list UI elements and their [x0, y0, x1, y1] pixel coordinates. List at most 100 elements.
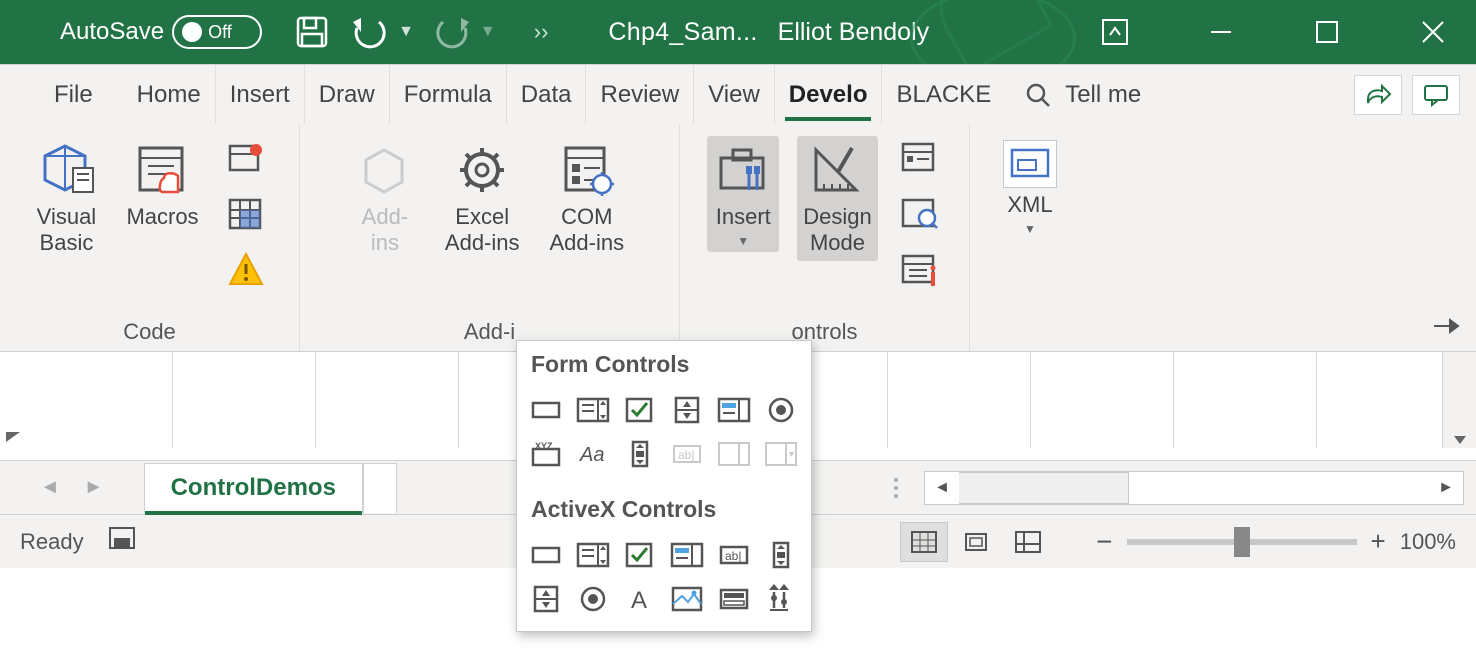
activex-morecontrols-icon[interactable]: [760, 579, 802, 619]
use-relative-references-button[interactable]: [223, 192, 269, 236]
group-addins-label: Add-i: [464, 319, 515, 351]
zoom-slider[interactable]: [1127, 539, 1357, 545]
view-page-layout-button[interactable]: [952, 522, 1000, 562]
zoom-slider-handle[interactable]: [1234, 527, 1250, 557]
maximize-button[interactable]: [1304, 9, 1350, 55]
group-controls: Insert ▼ Design Mode ont: [680, 124, 970, 351]
macro-recording-icon[interactable]: [108, 526, 138, 558]
tab-data[interactable]: Data: [507, 65, 587, 125]
activex-optionbutton-icon[interactable]: [572, 579, 614, 619]
view-code-button[interactable]: [896, 192, 942, 236]
form-combo-dropdown-icon: [760, 434, 802, 474]
activex-togglebutton-icon[interactable]: [713, 579, 755, 619]
view-normal-button[interactable]: [900, 522, 948, 562]
horizontal-scrollbar[interactable]: ◄ ►: [924, 471, 1464, 505]
tab-home[interactable]: Home: [123, 65, 216, 125]
sheet-nav-prev[interactable]: ◄: [40, 476, 60, 499]
splitter-handle[interactable]: [894, 468, 906, 508]
tab-view[interactable]: View: [694, 65, 775, 125]
toggle-switch[interactable]: Off: [172, 15, 262, 49]
view-page-break-button[interactable]: [1004, 522, 1052, 562]
activex-scrollbar-icon[interactable]: [760, 535, 802, 575]
user-name[interactable]: Elliot Bendoly: [778, 18, 929, 47]
ribbon-display-options-icon[interactable]: [1092, 9, 1138, 55]
form-controls-title: Form Controls: [517, 341, 811, 386]
form-controls-section: Form Controls XYZ Aa ab|: [517, 341, 811, 486]
insert-controls-button[interactable]: Insert ▼: [707, 136, 779, 252]
tab-formulas[interactable]: Formula: [390, 65, 507, 125]
macros-button[interactable]: Macros: [120, 136, 204, 234]
form-spinbutton-icon[interactable]: [666, 390, 708, 430]
form-listbox-icon[interactable]: [713, 390, 755, 430]
tab-review[interactable]: Review: [586, 65, 694, 125]
scroll-left-icon[interactable]: ◄: [925, 479, 959, 497]
tab-blackbelt[interactable]: BLACKE: [882, 65, 1005, 125]
qat-overflow-icon[interactable]: ››: [534, 19, 549, 45]
comments-button[interactable]: [1412, 75, 1460, 115]
activex-checkbox-icon[interactable]: [619, 535, 661, 575]
com-addins-button[interactable]: COM Add-ins: [544, 136, 631, 261]
document-title: Chp4_Sam...: [608, 18, 757, 47]
visual-basic-button[interactable]: Visual Basic: [30, 136, 102, 261]
title-bar: AutoSave Off ▼ ▼ ›› Chp4_Sam... Elliot B…: [0, 0, 1476, 64]
form-button-icon[interactable]: [525, 390, 567, 430]
save-button[interactable]: [292, 12, 332, 52]
run-dialog-button[interactable]: [896, 248, 942, 292]
form-scrollbar-icon[interactable]: [619, 434, 661, 474]
pin-ribbon-icon[interactable]: [1430, 314, 1460, 343]
tab-file[interactable]: File: [40, 65, 123, 125]
undo-dropdown-icon[interactable]: ▼: [398, 23, 414, 41]
activex-label-icon[interactable]: A: [619, 579, 661, 619]
sheet-nav-next[interactable]: ►: [84, 476, 104, 499]
svg-text:ab|: ab|: [725, 549, 741, 563]
activex-combobox-icon[interactable]: [572, 535, 614, 575]
form-combobox-icon[interactable]: [572, 390, 614, 430]
search-icon: [1025, 82, 1051, 108]
svg-text:ab|: ab|: [678, 448, 694, 462]
scroll-thumb[interactable]: [959, 472, 1129, 504]
scroll-right-icon[interactable]: ►: [1429, 479, 1463, 497]
zoom-level[interactable]: 100%: [1400, 529, 1456, 555]
sheet-tab-controldemos[interactable]: ControlDemos: [144, 463, 363, 513]
excel-addins-button[interactable]: Excel Add-ins: [439, 136, 526, 261]
chevron-down-icon: ▼: [1024, 222, 1036, 236]
sheet-tab-hidden[interactable]: [363, 463, 397, 513]
activex-spinbutton-icon[interactable]: [525, 579, 567, 619]
insert-controls-label: Insert: [716, 204, 771, 230]
activex-controls-section: ActiveX Controls ab| A: [517, 486, 811, 631]
activex-textbox-icon[interactable]: ab|: [713, 535, 755, 575]
tell-me-search[interactable]: Tell me: [1025, 81, 1141, 109]
share-button[interactable]: [1354, 75, 1402, 115]
close-button[interactable]: [1410, 9, 1456, 55]
redo-button[interactable]: [432, 12, 472, 52]
form-checkbox-icon[interactable]: [619, 390, 661, 430]
minimize-button[interactable]: [1198, 9, 1244, 55]
undo-button[interactable]: [350, 12, 390, 52]
design-mode-button[interactable]: Design Mode: [797, 136, 877, 261]
vertical-scrollbar[interactable]: [1442, 352, 1476, 448]
form-textfield-icon: ab|: [666, 434, 708, 474]
addins-button[interactable]: Add- ins: [349, 136, 421, 261]
svg-text:Aa: Aa: [579, 444, 604, 466]
tab-draw[interactable]: Draw: [305, 65, 390, 125]
form-label-icon[interactable]: Aa: [572, 434, 614, 474]
activex-image-icon[interactable]: [666, 579, 708, 619]
record-macro-button[interactable]: [223, 136, 269, 180]
activex-commandbutton-icon[interactable]: [525, 535, 567, 575]
zoom-in-button[interactable]: +: [1371, 526, 1386, 557]
autosave-toggle[interactable]: AutoSave Off: [60, 15, 262, 49]
xml-button[interactable]: XML ▼: [997, 136, 1063, 240]
svg-text:A: A: [631, 587, 647, 614]
tab-developer[interactable]: Develo: [775, 65, 883, 125]
properties-button[interactable]: [896, 136, 942, 180]
form-optionbutton-icon[interactable]: [760, 390, 802, 430]
macro-security-button[interactable]: [223, 248, 269, 292]
insert-controls-icon: [713, 140, 773, 200]
activex-listbox-icon[interactable]: [666, 535, 708, 575]
addins-label: Add- ins: [362, 204, 408, 257]
zoom-out-button[interactable]: −: [1096, 526, 1112, 558]
redo-dropdown-icon[interactable]: ▼: [480, 23, 496, 41]
group-addins: Add- ins Excel Add-ins COM Add-ins Add-i: [300, 124, 680, 351]
tab-insert[interactable]: Insert: [216, 65, 305, 125]
form-groupbox-icon[interactable]: XYZ: [525, 434, 567, 474]
